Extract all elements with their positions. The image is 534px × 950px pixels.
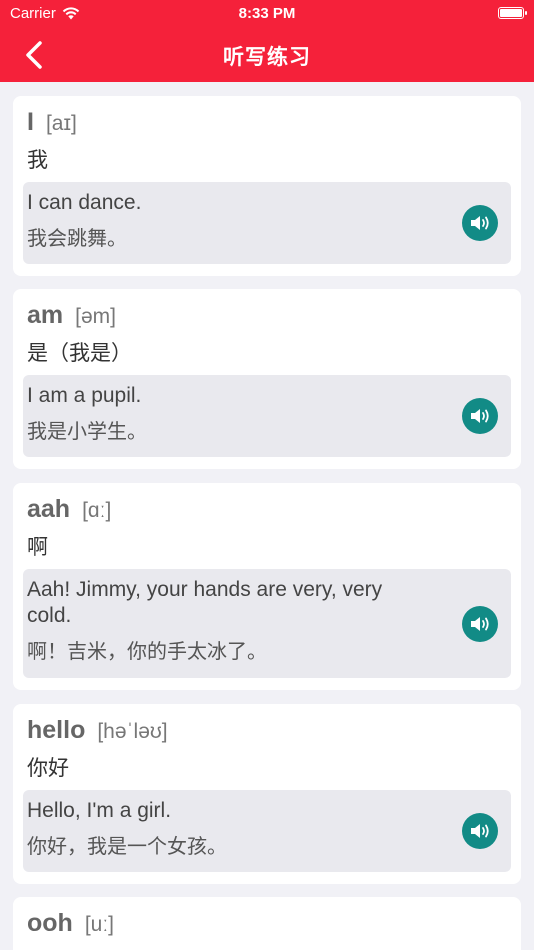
navigation-bar: 听写练习 — [0, 28, 534, 82]
example-chinese: 我是小学生。 — [27, 421, 147, 443]
speaker-icon — [471, 216, 489, 230]
example-chinese: 你好，我是一个女孩。 — [27, 836, 227, 858]
battery-icon — [498, 7, 527, 19]
word-text: am — [27, 301, 64, 329]
word-header: hello [həˈləʊ] — [23, 716, 511, 746]
word-text: aah — [27, 495, 71, 523]
status-bar: Carrier 8:33 PM — [0, 0, 534, 28]
example-box: Hello, I'm a girl. 你好，我是一个女孩。 — [23, 790, 511, 872]
word-text: I — [27, 108, 34, 136]
word-card: aah [ɑː] 啊 Aah! Jimmy, your hands are ve… — [13, 483, 521, 690]
example-english: I can dance. — [27, 191, 142, 214]
word-card: ooh [uː] — [13, 897, 521, 950]
example-box: I can dance. 我会跳舞。 — [23, 182, 511, 264]
play-audio-button[interactable] — [462, 398, 498, 434]
example-english: I am a pupil. — [27, 384, 142, 407]
word-text: ooh — [27, 909, 73, 937]
word-text: hello — [27, 716, 86, 744]
phonetic-text: [aɪ] — [45, 112, 77, 135]
word-meaning: 我 — [27, 149, 48, 172]
word-list[interactable]: I [aɪ] 我 I can dance. 我会跳舞。 am [əm] 是（我是… — [0, 82, 534, 950]
phonetic-text: [uː] — [84, 913, 115, 936]
page-title: 听写练习 — [223, 46, 311, 69]
speaker-icon — [471, 824, 489, 838]
word-meaning: 是（我是） — [27, 342, 132, 365]
example-box: I am a pupil. 我是小学生。 — [23, 375, 511, 457]
word-card: I [aɪ] 我 I can dance. 我会跳舞。 — [13, 96, 521, 276]
phonetic-text: [ɑː] — [82, 499, 112, 522]
word-header: aah [ɑː] — [23, 495, 511, 525]
word-header: am [əm] — [23, 301, 511, 331]
example-chinese: 啊！吉米，你的手太冰了。 — [27, 641, 267, 663]
word-header: I [aɪ] — [23, 108, 511, 138]
play-audio-button[interactable] — [462, 813, 498, 849]
example-english: Aah! Jimmy, your hands are very, very co… — [27, 578, 383, 627]
phonetic-text: [əm] — [75, 305, 116, 328]
example-english: Hello, I'm a girl. — [27, 799, 172, 822]
word-card: hello [həˈləʊ] 你好 Hello, I'm a girl. 你好，… — [13, 704, 521, 884]
example-chinese: 我会跳舞。 — [27, 228, 127, 250]
word-meaning: 啊 — [27, 536, 48, 559]
speaker-icon — [471, 409, 489, 423]
word-meaning: 你好 — [27, 757, 69, 780]
word-card: am [əm] 是（我是） I am a pupil. 我是小学生。 — [13, 289, 521, 469]
word-header: ooh [uː] — [23, 909, 511, 939]
speaker-icon — [471, 616, 489, 631]
example-box: Aah! Jimmy, your hands are very, very co… — [23, 569, 511, 678]
play-audio-button[interactable] — [462, 205, 498, 241]
phonetic-text: [həˈləʊ] — [97, 720, 168, 743]
play-audio-button[interactable] — [462, 605, 498, 642]
status-time: 8:33 PM — [238, 5, 296, 22]
